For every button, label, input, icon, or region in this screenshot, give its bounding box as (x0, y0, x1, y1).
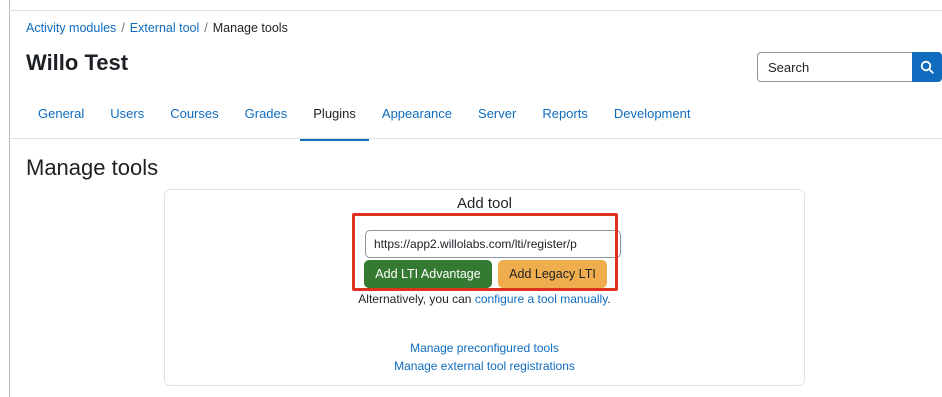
window-top-edge (9, 10, 942, 11)
breadcrumb: Activity modules / External tool / Manag… (26, 21, 288, 35)
tab-server[interactable]: Server (465, 94, 529, 133)
tab-plugins[interactable]: Plugins (300, 94, 369, 141)
page-heading: Manage tools (26, 155, 159, 180)
tab-courses[interactable]: Courses (157, 94, 231, 133)
add-tool-title: Add tool (456, 195, 513, 212)
alternative-prefix: Alternatively, you can (358, 292, 472, 306)
preconfigured-row: Manage preconfigured tools (165, 341, 804, 355)
site-title: Willo Test (26, 50, 129, 75)
tab-appearance[interactable]: Appearance (369, 94, 465, 133)
window-left-edge (9, 0, 10, 397)
breadcrumb-activity-modules[interactable]: Activity modules (26, 21, 116, 35)
registrations-row: Manage external tool registrations (165, 359, 804, 373)
breadcrumb-external-tool[interactable]: External tool (130, 21, 199, 35)
search-button[interactable] (912, 52, 942, 82)
tab-general[interactable]: General (26, 94, 97, 133)
tab-development[interactable]: Development (601, 94, 704, 133)
search-input[interactable] (757, 52, 912, 82)
tool-url-input[interactable] (365, 230, 621, 258)
tab-grades[interactable]: Grades (232, 94, 301, 133)
search-icon (920, 60, 934, 74)
breadcrumb-separator: / (204, 21, 208, 35)
search-form (757, 52, 942, 82)
admin-nav-tabs: General Users Courses Grades Plugins App… (26, 94, 704, 141)
alternative-suffix: . (607, 292, 611, 306)
breadcrumb-current: Manage tools (212, 21, 288, 35)
configure-manually-link[interactable]: configure a tool manually (475, 292, 608, 306)
nav-divider (10, 138, 942, 139)
manage-preconfigured-tools-link[interactable]: Manage preconfigured tools (410, 341, 559, 355)
add-lti-advantage-button[interactable]: Add LTI Advantage (364, 260, 492, 288)
manage-tool-registrations-link[interactable]: Manage external tool registrations (394, 359, 575, 373)
add-tool-card: Add tool Add LTI Advantage Add Legacy LT… (164, 189, 805, 386)
add-legacy-lti-button[interactable]: Add Legacy LTI (498, 260, 607, 288)
breadcrumb-separator: / (121, 21, 125, 35)
tab-reports[interactable]: Reports (529, 94, 601, 133)
alternative-text: Alternatively, you can configure a tool … (165, 292, 804, 306)
tab-users[interactable]: Users (97, 94, 157, 133)
